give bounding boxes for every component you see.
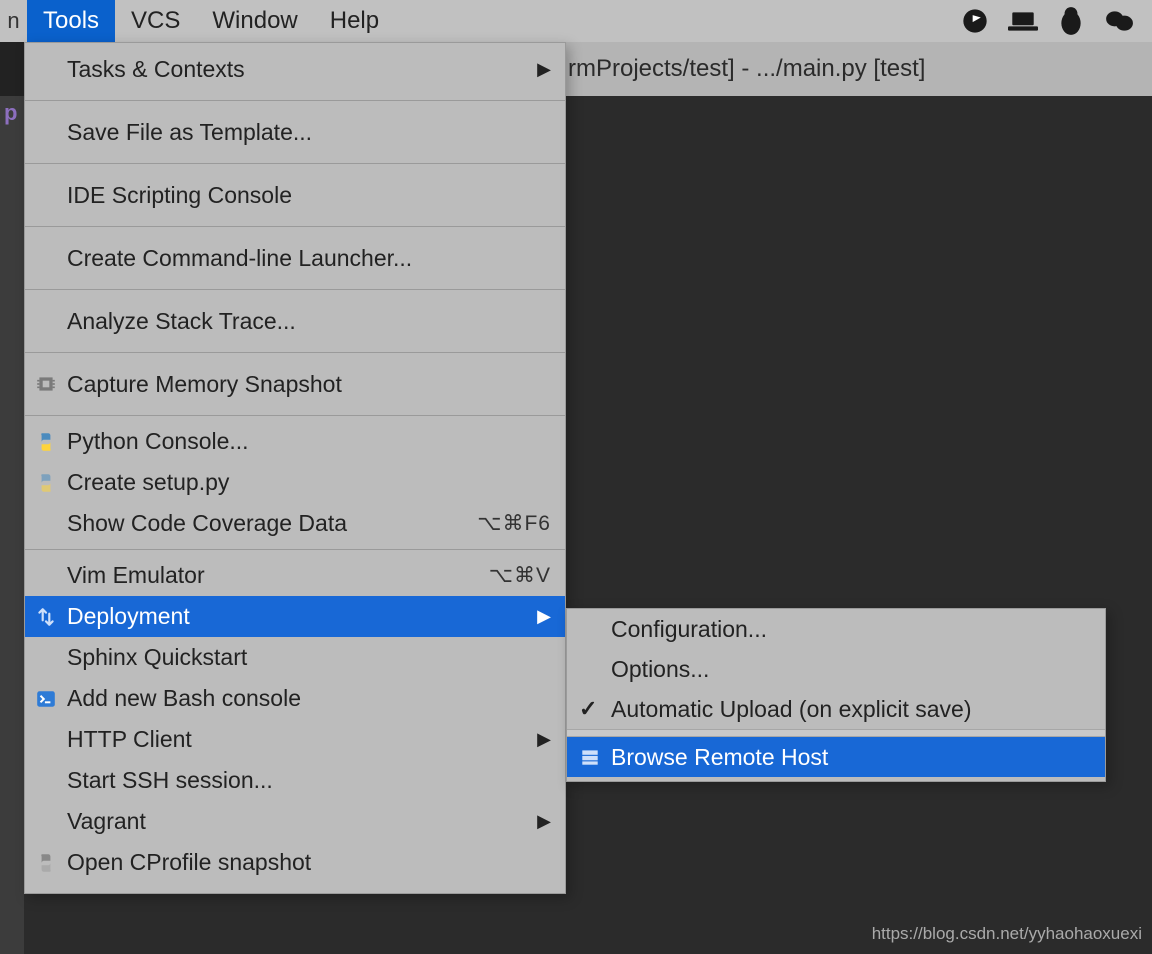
python-icon xyxy=(33,429,59,455)
menu-separator xyxy=(25,100,565,101)
watermark: https://blog.csdn.net/yyhaohaoxuexi xyxy=(872,924,1142,944)
menu-item-label: Capture Memory Snapshot xyxy=(67,371,551,398)
tools-dropdown: Tasks & Contexts▶Save File as Template..… xyxy=(24,42,566,894)
tool-window-char: p xyxy=(4,100,17,126)
menu-window[interactable]: Window xyxy=(196,0,313,42)
menu-vcs[interactable]: VCS xyxy=(115,0,196,42)
updown-icon xyxy=(33,604,59,630)
menu-separator xyxy=(25,163,565,164)
menu-item-create-setup-py[interactable]: Create setup.py xyxy=(25,462,565,503)
menu-item-label: HTTP Client xyxy=(67,726,537,753)
chip-icon xyxy=(33,371,59,397)
submenu-item-label: Options... xyxy=(611,656,709,683)
menu-label: Help xyxy=(330,7,379,35)
clock-icon[interactable] xyxy=(960,6,990,36)
laptop-icon[interactable] xyxy=(1008,6,1038,36)
title-text: rmProjects/test] - .../main.py [test] xyxy=(568,55,925,83)
terminal-icon xyxy=(33,686,59,712)
menu-item-deployment[interactable]: Deployment▶ xyxy=(25,596,565,637)
menu-item-label: Create Command-line Launcher... xyxy=(67,245,551,272)
menu-item-label: Python Console... xyxy=(67,428,551,455)
submenu-arrow-icon: ▶ xyxy=(537,606,551,627)
menu-item-create-command-line-launcher[interactable]: Create Command-line Launcher... xyxy=(25,232,565,284)
menu-item-python-console[interactable]: Python Console... xyxy=(25,421,565,462)
menu-help[interactable]: Help xyxy=(314,0,395,42)
menu-item-label: Sphinx Quickstart xyxy=(67,644,551,671)
menu-item-label: Analyze Stack Trace... xyxy=(67,308,551,335)
tool-window-stripe-left[interactable]: p xyxy=(0,96,24,954)
submenu-strip xyxy=(567,729,1105,737)
menu-item-label: Create setup.py xyxy=(67,469,551,496)
menu-item-label: Vim Emulator xyxy=(67,562,489,589)
menubar: n Tools VCS Window Help xyxy=(0,0,1152,42)
check-icon: ✓ xyxy=(579,696,597,722)
menu-separator xyxy=(25,226,565,227)
menu-item-add-new-bash-console[interactable]: Add new Bash console xyxy=(25,678,565,719)
menu-item-label: IDE Scripting Console xyxy=(67,182,551,209)
server-icon xyxy=(577,744,603,770)
menu-item-analyze-stack-trace[interactable]: Analyze Stack Trace... xyxy=(25,295,565,347)
submenu-item-configuration[interactable]: Configuration... xyxy=(567,609,1105,649)
menu-item-tasks-contexts[interactable]: Tasks & Contexts▶ xyxy=(25,43,565,95)
submenu-arrow-icon: ▶ xyxy=(537,811,551,832)
submenu-item-label: Automatic Upload (on explicit save) xyxy=(611,696,972,723)
menu-label: Window xyxy=(212,7,297,35)
menu-label: VCS xyxy=(131,7,180,35)
submenu-arrow-icon: ▶ xyxy=(537,729,551,750)
menubar-status-icons xyxy=(960,0,1152,42)
submenu-item-label: Browse Remote Host xyxy=(611,744,828,771)
menu-item-open-cprofile-snapshot[interactable]: Open CProfile snapshot xyxy=(25,842,565,883)
menu-item-label: Tasks & Contexts xyxy=(67,56,537,83)
menu-item-capture-memory-snapshot[interactable]: Capture Memory Snapshot xyxy=(25,358,565,410)
submenu-item-options[interactable]: Options... xyxy=(567,649,1105,689)
penguin-icon[interactable] xyxy=(1056,6,1086,36)
menu-tools[interactable]: Tools xyxy=(27,0,115,42)
submenu-item-label: Configuration... xyxy=(611,616,767,643)
menu-separator xyxy=(25,415,565,416)
menu-item-label: Save File as Template... xyxy=(67,119,551,146)
menu-item-label: Show Code Coverage Data xyxy=(67,510,477,537)
submenu-arrow-icon: ▶ xyxy=(537,59,551,80)
deployment-submenu: Configuration... Options... ✓ Automatic Upl… xyxy=(566,608,1106,782)
menu-item-label: Deployment xyxy=(67,603,537,630)
menu-separator xyxy=(25,549,565,550)
menu-item-vagrant[interactable]: Vagrant▶ xyxy=(25,801,565,842)
window-title-fragment: rmProjects/test] - .../main.py [test] xyxy=(566,42,1152,96)
menu-item-label: Start SSH session... xyxy=(67,767,551,794)
menu-item-label: Vagrant xyxy=(67,808,537,835)
chat-icon[interactable] xyxy=(1104,6,1134,36)
menu-item-ide-scripting-console[interactable]: IDE Scripting Console xyxy=(25,169,565,221)
menu-separator xyxy=(25,289,565,290)
menu-item-save-file-as-template[interactable]: Save File as Template... xyxy=(25,106,565,158)
submenu-item-automatic-upload-on-explicit-save[interactable]: ✓ Automatic Upload (on explicit save) xyxy=(567,689,1105,729)
watermark-text: https://blog.csdn.net/yyhaohaoxuexi xyxy=(872,924,1142,943)
menu-item-label: Open CProfile snapshot xyxy=(67,849,551,876)
menubar-overflow-left: n xyxy=(0,0,27,42)
menu-item-shortcut: ⌥⌘F6 xyxy=(477,511,551,536)
menu-item-http-client[interactable]: HTTP Client▶ xyxy=(25,719,565,760)
menu-item-start-ssh-session[interactable]: Start SSH session... xyxy=(25,760,565,801)
menu-item-show-code-coverage-data[interactable]: Show Code Coverage Data⌥⌘F6 xyxy=(25,503,565,544)
menu-item-label: Add new Bash console xyxy=(67,685,551,712)
menu-separator xyxy=(25,352,565,353)
menubar-edge-char: n xyxy=(7,8,19,34)
python-dim-icon xyxy=(33,470,59,496)
submenu-item-browse-remote-host[interactable]: Browse Remote Host xyxy=(567,737,1105,777)
python-grey-icon xyxy=(33,850,59,876)
menu-item-vim-emulator[interactable]: Vim Emulator⌥⌘V xyxy=(25,555,565,596)
menu-label: Tools xyxy=(43,7,99,35)
menu-item-shortcut: ⌥⌘V xyxy=(489,563,551,588)
menu-item-sphinx-quickstart[interactable]: Sphinx Quickstart xyxy=(25,637,565,678)
